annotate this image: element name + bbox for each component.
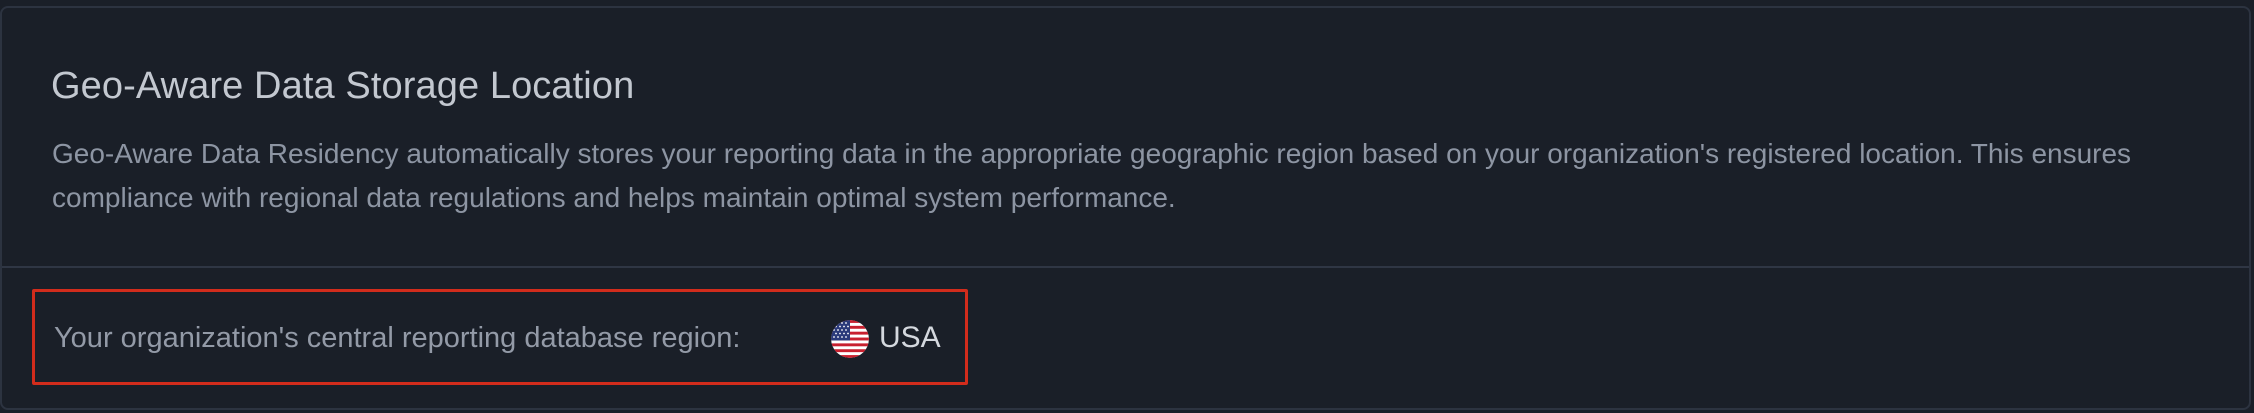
region-label: Your organization's central reporting da… (54, 322, 741, 354)
card-header: Geo-Aware Data Storage Location Geo-Awar… (2, 8, 2249, 268)
card-title: Geo-Aware Data Storage Location (51, 65, 635, 107)
region-value: USA (879, 321, 941, 354)
card-description: Geo-Aware Data Residency automatically s… (52, 138, 2132, 213)
database-region-row: Your organization's central reporting da… (32, 289, 968, 385)
geo-storage-card: Geo-Aware Data Storage Location Geo-Awar… (0, 6, 2251, 410)
us-flag-icon (831, 320, 869, 358)
